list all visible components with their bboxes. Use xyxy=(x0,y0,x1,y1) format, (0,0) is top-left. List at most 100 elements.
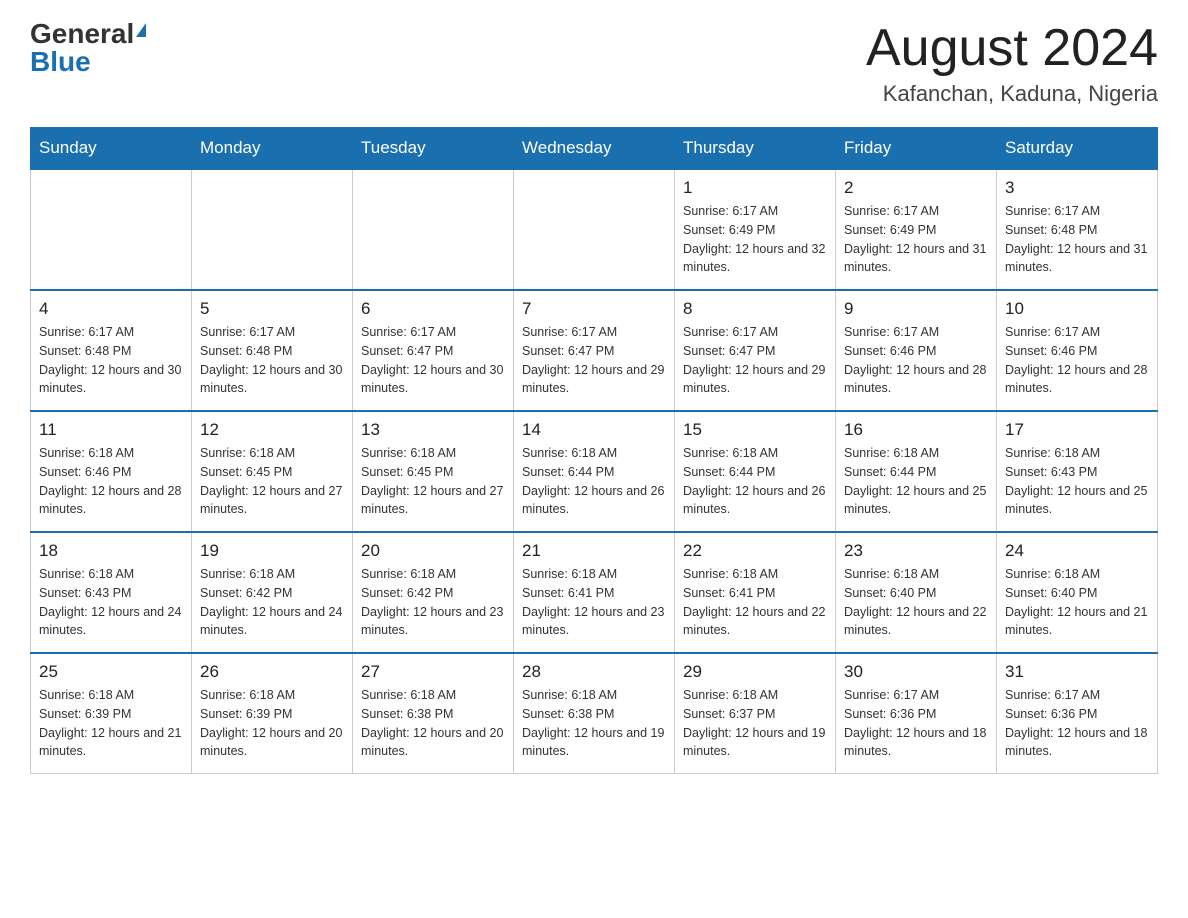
day-cell: 10 Sunrise: 6:17 AMSunset: 6:46 PMDayligh… xyxy=(997,290,1158,411)
day-cell: 7 Sunrise: 6:17 AMSunset: 6:47 PMDaylight… xyxy=(514,290,675,411)
weekday-header-row: SundayMondayTuesdayWednesdayThursdayFrid… xyxy=(31,128,1158,170)
day-info: Sunrise: 6:18 AMSunset: 6:44 PMDaylight:… xyxy=(844,444,988,519)
day-number: 28 xyxy=(522,662,666,682)
day-info: Sunrise: 6:17 AMSunset: 6:49 PMDaylight:… xyxy=(844,202,988,277)
day-cell: 18Sunrise: 6:18 AMSunset: 6:43 PMDayligh… xyxy=(31,532,192,653)
day-info: Sunrise: 6:17 AMSunset: 6:49 PMDaylight:… xyxy=(683,202,827,277)
day-cell: 16Sunrise: 6:18 AMSunset: 6:44 PMDayligh… xyxy=(836,411,997,532)
month-title: August 2024 xyxy=(866,20,1158,77)
day-number: 29 xyxy=(683,662,827,682)
day-info: Sunrise: 6:18 AMSunset: 6:43 PMDaylight:… xyxy=(39,565,183,640)
day-cell xyxy=(353,169,514,290)
day-info: Sunrise: 6:17 AMSunset: 6:48 PMDaylight:… xyxy=(39,323,183,398)
day-cell: 4 Sunrise: 6:17 AMSunset: 6:48 PMDaylight… xyxy=(31,290,192,411)
week-row-1: 1 Sunrise: 6:17 AMSunset: 6:49 PMDaylight… xyxy=(31,169,1158,290)
week-row-4: 18Sunrise: 6:18 AMSunset: 6:43 PMDayligh… xyxy=(31,532,1158,653)
day-cell: 15 Sunrise: 6:18 AMSunset: 6:44 PMDayligh… xyxy=(675,411,836,532)
day-number: 12 xyxy=(200,420,344,440)
day-info: Sunrise: 6:18 AMSunset: 6:41 PMDaylight:… xyxy=(683,565,827,640)
day-cell: 3 Sunrise: 6:17 AMSunset: 6:48 PMDaylight… xyxy=(997,169,1158,290)
title-section: August 2024 Kafanchan, Kaduna, Nigeria xyxy=(866,20,1158,107)
day-number: 25 xyxy=(39,662,183,682)
day-number: 17 xyxy=(1005,420,1149,440)
day-number: 9 xyxy=(844,299,988,319)
day-number: 24 xyxy=(1005,541,1149,561)
day-cell: 29Sunrise: 6:18 AMSunset: 6:37 PMDayligh… xyxy=(675,653,836,774)
day-cell: 11Sunrise: 6:18 AMSunset: 6:46 PMDayligh… xyxy=(31,411,192,532)
day-number: 21 xyxy=(522,541,666,561)
calendar-table: SundayMondayTuesdayWednesdayThursdayFrid… xyxy=(30,127,1158,774)
weekday-header-wednesday: Wednesday xyxy=(514,128,675,170)
day-info: Sunrise: 6:17 AMSunset: 6:36 PMDaylight:… xyxy=(1005,686,1149,761)
day-number: 10 xyxy=(1005,299,1149,319)
week-row-2: 4 Sunrise: 6:17 AMSunset: 6:48 PMDaylight… xyxy=(31,290,1158,411)
day-number: 8 xyxy=(683,299,827,319)
week-row-3: 11Sunrise: 6:18 AMSunset: 6:46 PMDayligh… xyxy=(31,411,1158,532)
day-cell: 24 Sunrise: 6:18 AMSunset: 6:40 PMDayligh… xyxy=(997,532,1158,653)
day-info: Sunrise: 6:18 AMSunset: 6:39 PMDaylight:… xyxy=(39,686,183,761)
day-info: Sunrise: 6:18 AMSunset: 6:46 PMDaylight:… xyxy=(39,444,183,519)
day-cell: 31 Sunrise: 6:17 AMSunset: 6:36 PMDayligh… xyxy=(997,653,1158,774)
day-number: 14 xyxy=(522,420,666,440)
day-cell xyxy=(31,169,192,290)
day-info: Sunrise: 6:18 AMSunset: 6:39 PMDaylight:… xyxy=(200,686,344,761)
day-number: 20 xyxy=(361,541,505,561)
day-cell: 30 Sunrise: 6:17 AMSunset: 6:36 PMDayligh… xyxy=(836,653,997,774)
day-info: Sunrise: 6:17 AMSunset: 6:48 PMDaylight:… xyxy=(200,323,344,398)
day-cell: 27 Sunrise: 6:18 AMSunset: 6:38 PMDayligh… xyxy=(353,653,514,774)
day-info: Sunrise: 6:18 AMSunset: 6:38 PMDaylight:… xyxy=(361,686,505,761)
day-number: 3 xyxy=(1005,178,1149,198)
day-cell: 6 Sunrise: 6:17 AMSunset: 6:47 PMDaylight… xyxy=(353,290,514,411)
day-number: 2 xyxy=(844,178,988,198)
day-cell: 21Sunrise: 6:18 AMSunset: 6:41 PMDayligh… xyxy=(514,532,675,653)
day-info: Sunrise: 6:17 AMSunset: 6:36 PMDaylight:… xyxy=(844,686,988,761)
day-cell: 1 Sunrise: 6:17 AMSunset: 6:49 PMDaylight… xyxy=(675,169,836,290)
day-info: Sunrise: 6:17 AMSunset: 6:46 PMDaylight:… xyxy=(1005,323,1149,398)
day-number: 5 xyxy=(200,299,344,319)
weekday-header-tuesday: Tuesday xyxy=(353,128,514,170)
day-info: Sunrise: 6:18 AMSunset: 6:45 PMDaylight:… xyxy=(361,444,505,519)
weekday-header-thursday: Thursday xyxy=(675,128,836,170)
day-number: 22 xyxy=(683,541,827,561)
day-cell: 19Sunrise: 6:18 AMSunset: 6:42 PMDayligh… xyxy=(192,532,353,653)
weekday-header-monday: Monday xyxy=(192,128,353,170)
logo-general-text: General xyxy=(30,20,134,48)
day-info: Sunrise: 6:17 AMSunset: 6:47 PMDaylight:… xyxy=(522,323,666,398)
day-number: 30 xyxy=(844,662,988,682)
day-number: 13 xyxy=(361,420,505,440)
day-number: 31 xyxy=(1005,662,1149,682)
day-cell: 25 Sunrise: 6:18 AMSunset: 6:39 PMDayligh… xyxy=(31,653,192,774)
day-cell: 14Sunrise: 6:18 AMSunset: 6:44 PMDayligh… xyxy=(514,411,675,532)
day-cell: 9 Sunrise: 6:17 AMSunset: 6:46 PMDaylight… xyxy=(836,290,997,411)
day-number: 15 xyxy=(683,420,827,440)
day-info: Sunrise: 6:17 AMSunset: 6:46 PMDaylight:… xyxy=(844,323,988,398)
day-cell xyxy=(514,169,675,290)
day-info: Sunrise: 6:18 AMSunset: 6:42 PMDaylight:… xyxy=(361,565,505,640)
weekday-header-saturday: Saturday xyxy=(997,128,1158,170)
day-info: Sunrise: 6:18 AMSunset: 6:44 PMDaylight:… xyxy=(683,444,827,519)
day-info: Sunrise: 6:18 AMSunset: 6:45 PMDaylight:… xyxy=(200,444,344,519)
day-number: 26 xyxy=(200,662,344,682)
day-number: 4 xyxy=(39,299,183,319)
page-header: General Blue August 2024 Kafanchan, Kadu… xyxy=(30,20,1158,107)
day-info: Sunrise: 6:18 AMSunset: 6:38 PMDaylight:… xyxy=(522,686,666,761)
day-number: 6 xyxy=(361,299,505,319)
day-cell: 13 Sunrise: 6:18 AMSunset: 6:45 PMDayligh… xyxy=(353,411,514,532)
day-cell: 2 Sunrise: 6:17 AMSunset: 6:49 PMDaylight… xyxy=(836,169,997,290)
day-number: 1 xyxy=(683,178,827,198)
day-info: Sunrise: 6:17 AMSunset: 6:47 PMDaylight:… xyxy=(361,323,505,398)
day-info: Sunrise: 6:17 AMSunset: 6:47 PMDaylight:… xyxy=(683,323,827,398)
day-info: Sunrise: 6:18 AMSunset: 6:40 PMDaylight:… xyxy=(1005,565,1149,640)
logo-blue-text: Blue xyxy=(30,48,91,76)
day-info: Sunrise: 6:18 AMSunset: 6:43 PMDaylight:… xyxy=(1005,444,1149,519)
day-number: 7 xyxy=(522,299,666,319)
location-title: Kafanchan, Kaduna, Nigeria xyxy=(866,81,1158,107)
day-cell: 20 Sunrise: 6:18 AMSunset: 6:42 PMDayligh… xyxy=(353,532,514,653)
weekday-header-friday: Friday xyxy=(836,128,997,170)
day-number: 27 xyxy=(361,662,505,682)
day-info: Sunrise: 6:17 AMSunset: 6:48 PMDaylight:… xyxy=(1005,202,1149,277)
day-cell: 23Sunrise: 6:18 AMSunset: 6:40 PMDayligh… xyxy=(836,532,997,653)
weekday-header-sunday: Sunday xyxy=(31,128,192,170)
day-cell: 8 Sunrise: 6:17 AMSunset: 6:47 PMDaylight… xyxy=(675,290,836,411)
logo: General Blue xyxy=(30,20,146,76)
